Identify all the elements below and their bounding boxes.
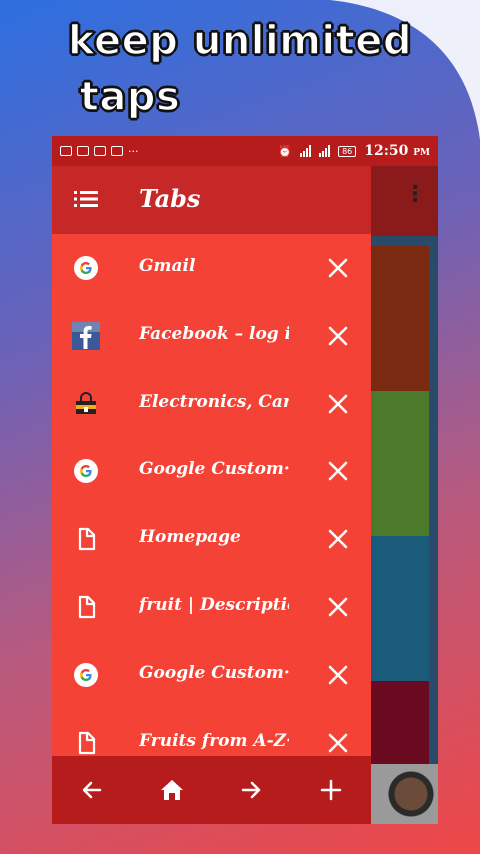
tab-item[interactable]: Fruits from A-Z··· — [52, 709, 371, 756]
close-tab-icon[interactable] — [327, 393, 349, 415]
close-tab-icon[interactable] — [327, 325, 349, 347]
battery-icon: 86 — [338, 145, 357, 157]
gallery-icon — [94, 146, 106, 156]
tab-item[interactable]: Gmail — [52, 234, 371, 302]
tab-title: Homepage — [139, 527, 241, 548]
notification-icon — [60, 146, 72, 156]
tab-item[interactable]: Facebook – log i··· — [52, 302, 371, 370]
close-tab-icon[interactable] — [327, 257, 349, 279]
tab-title: Facebook – log i··· — [139, 323, 289, 344]
tab-title: Fruits from A-Z··· — [139, 730, 289, 751]
phone-screen: ··· ⏰ 86 12:50 PM ⋮ Tabs Gmail Facebook –… — [52, 136, 438, 824]
drawer-header: Tabs — [52, 166, 371, 234]
google-icon — [74, 459, 98, 484]
list-icon[interactable] — [74, 190, 98, 208]
tab-item[interactable]: fruit | Descriptio··· — [52, 573, 371, 641]
background-card — [371, 536, 429, 681]
close-tab-icon[interactable] — [327, 732, 349, 754]
document-icon — [74, 595, 98, 619]
facebook-icon — [72, 321, 100, 350]
tab-title: fruit | Descriptio··· — [139, 594, 289, 615]
shopping-bag-icon — [74, 391, 98, 416]
clock: 12:50 PM — [364, 143, 430, 159]
home-icon[interactable] — [158, 776, 186, 804]
background-photo — [371, 764, 438, 824]
background-app: ⋮ — [371, 166, 438, 824]
close-tab-icon[interactable] — [327, 460, 349, 482]
forward-arrow-icon[interactable] — [237, 776, 265, 804]
document-icon — [74, 731, 98, 755]
tab-item[interactable]: Electronics, Car··· — [52, 370, 371, 438]
document-icon — [74, 527, 98, 551]
headline-line-2: taps — [79, 73, 181, 121]
google-icon — [74, 256, 98, 280]
drawer-title: Tabs — [139, 184, 201, 213]
more-notifications-icon: ··· — [128, 144, 139, 158]
signal-2-icon — [319, 145, 331, 157]
bottom-nav-bar — [52, 756, 371, 824]
tab-item[interactable]: Homepage — [52, 505, 371, 573]
google-icon — [74, 662, 98, 687]
overflow-menu-icon: ⋮ — [404, 182, 426, 207]
close-tab-icon[interactable] — [327, 664, 349, 686]
mail-icon — [111, 146, 123, 156]
tab-item[interactable]: Google Custom··· — [52, 437, 371, 505]
tab-title: Google Custom··· — [139, 662, 289, 683]
background-toolbar: ⋮ — [371, 166, 438, 236]
close-tab-icon[interactable] — [327, 596, 349, 618]
background-card — [371, 246, 429, 391]
image-icon — [77, 146, 89, 156]
signal-1-icon — [300, 145, 312, 157]
tab-item[interactable]: Google Custom··· — [52, 641, 371, 709]
status-bar: ··· ⏰ 86 12:50 PM — [52, 136, 438, 166]
tab-title: Electronics, Car··· — [139, 391, 289, 412]
back-arrow-icon[interactable] — [78, 776, 106, 804]
promo-headline: keep unlimited taps — [0, 14, 480, 124]
alarm-icon: ⏰ — [278, 144, 293, 158]
add-tab-icon[interactable] — [317, 776, 345, 804]
tab-list: Gmail Facebook – log i··· Electronics, Car… — [52, 234, 371, 756]
tabs-drawer: Tabs Gmail Facebook – log i··· Electronics… — [52, 166, 371, 824]
tab-title: Google Custom··· — [139, 459, 289, 480]
background-card — [371, 681, 429, 764]
tab-title: Gmail — [139, 256, 196, 276]
headline-line-1: keep unlimited — [67, 17, 412, 65]
close-tab-icon[interactable] — [327, 528, 349, 550]
background-card — [371, 391, 429, 536]
